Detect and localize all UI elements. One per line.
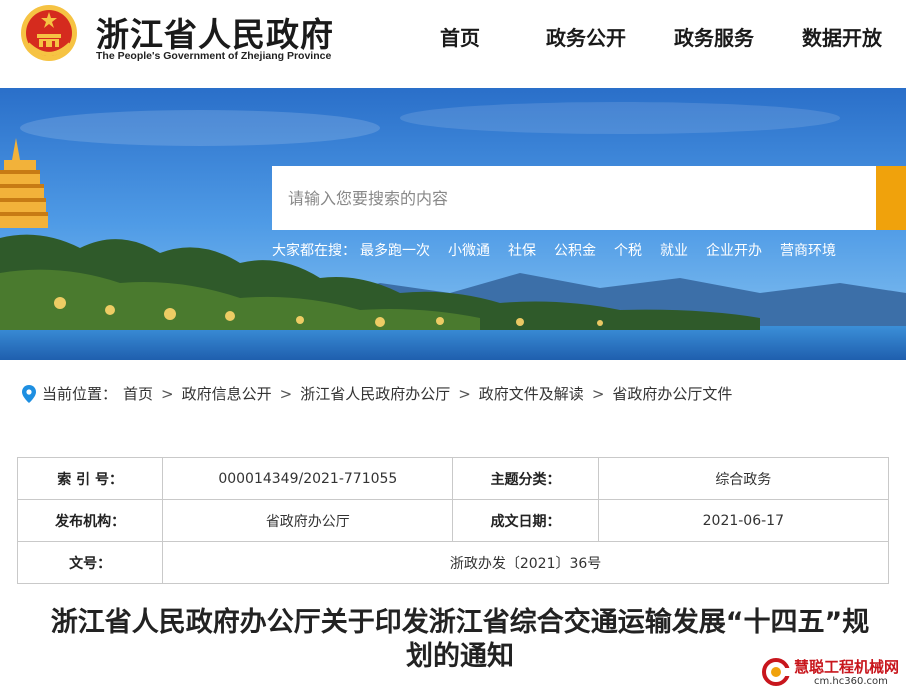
topic-value: 综合政务 <box>597 457 890 500</box>
search-button[interactable] <box>876 166 906 230</box>
nav-gov-services[interactable]: 政务服务 <box>674 22 754 51</box>
breadcrumb-separator: > <box>458 384 471 403</box>
document-info-table: 索 引 号： 000014349/2021-771055 主题分类： 综合政务 … <box>16 457 890 584</box>
breadcrumb-separator: > <box>279 384 293 403</box>
table-row: 文号： 浙政办发〔2021〕36号 <box>16 541 889 584</box>
hot-search-item[interactable]: 个税 <box>614 240 642 260</box>
hot-search-item[interactable]: 社保 <box>508 240 536 260</box>
hero-banner: 大家都在搜： 最多跑一次 小微通 社保 公积金 个税 就业 企业开办 营商环境 <box>0 88 906 360</box>
breadcrumb-item-gov-info[interactable]: 政府信息公开 <box>182 383 272 404</box>
doc-number-label: 文号： <box>16 541 164 584</box>
watermark-url: cm.hc360.com <box>814 676 888 687</box>
hot-search-item[interactable]: 营商环境 <box>780 240 836 260</box>
breadcrumb-label: 当前位置： <box>42 385 118 403</box>
hot-search-item[interactable]: 小微通 <box>448 240 490 260</box>
hot-search-list: 大家都在搜： 最多跑一次 小微通 社保 公积金 个税 就业 企业开办 营商环境 <box>272 240 854 260</box>
table-row: 发布机构： 省政府办公厅 成文日期： 2021-06-17 <box>16 499 890 542</box>
nav-home[interactable]: 首页 <box>440 22 480 51</box>
nav-open-data[interactable]: 数据开放 <box>802 22 882 51</box>
hot-search-item[interactable]: 最多跑一次 <box>360 240 430 260</box>
index-number-value: 000014349/2021-771055 <box>162 457 454 500</box>
hot-search-item[interactable]: 就业 <box>660 240 688 260</box>
breadcrumb: 当前位置： 首页 > 政府信息公开 > 浙江省人民政府办公厅 > 政府文件及解读… <box>22 383 732 404</box>
site-title[interactable]: 浙江省人民政府 <box>96 8 334 56</box>
breadcrumb-item-office-docs[interactable]: 省政府办公厅文件 <box>612 383 732 404</box>
breadcrumb-item-docs[interactable]: 政府文件及解读 <box>479 383 584 404</box>
location-pin-icon <box>22 384 36 403</box>
hot-search-item[interactable]: 公积金 <box>554 240 596 260</box>
breadcrumb-item-office[interactable]: 浙江省人民政府办公厅 <box>300 383 450 404</box>
site-subtitle: The People's Government of Zhejiang Prov… <box>96 50 332 62</box>
issuer-label: 发布机构： <box>16 499 164 542</box>
nav-gov-affairs-open[interactable]: 政务公开 <box>546 22 626 51</box>
hc360-logo-icon <box>762 658 790 686</box>
article-title: 浙江省人民政府办公厅关于印发浙江省综合交通运输发展“十四五”规划的通知 <box>50 607 870 672</box>
hot-search-label: 大家都在搜： <box>272 243 356 259</box>
table-row: 索 引 号： 000014349/2021-771055 主题分类： 综合政务 <box>16 457 890 500</box>
index-number-label: 索 引 号： <box>16 457 164 500</box>
hot-search-item[interactable]: 企业开办 <box>706 240 762 260</box>
breadcrumb-item-home[interactable]: 首页 <box>123 383 153 404</box>
date-label: 成文日期： <box>452 499 599 542</box>
issuer-value: 省政府办公厅 <box>162 499 454 542</box>
breadcrumb-separator: > <box>161 384 174 403</box>
watermark: 慧聪工程机械网 cm.hc360.com <box>756 656 906 692</box>
watermark-name: 慧聪工程机械网 <box>794 658 900 676</box>
doc-number-value: 浙政办发〔2021〕36号 <box>162 541 889 584</box>
breadcrumb-separator: > <box>591 384 605 403</box>
site-header: 浙江省人民政府 The People's Government of Zheji… <box>0 0 906 88</box>
date-value: 2021-06-17 <box>597 499 890 542</box>
national-emblem-icon[interactable] <box>20 4 78 62</box>
topic-label: 主题分类： <box>452 457 599 500</box>
search-input[interactable] <box>272 166 876 230</box>
